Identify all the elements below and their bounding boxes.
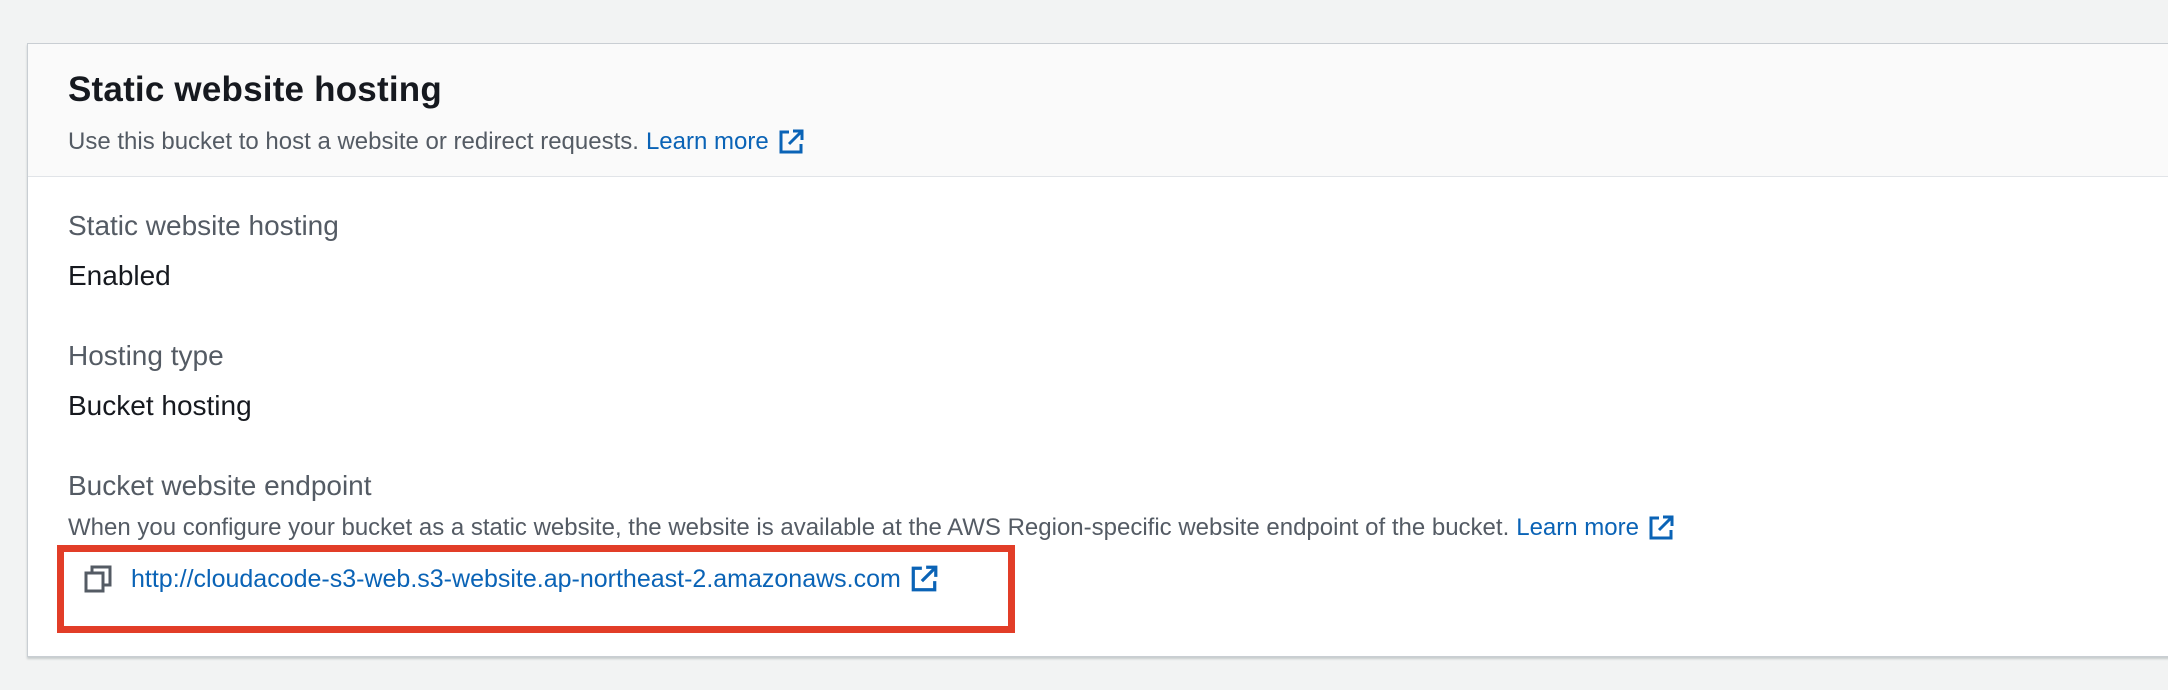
copy-icon[interactable] [83,564,113,594]
endpoint-url-row: http://cloudacode-s3-web.s3-website.ap-n… [83,564,939,594]
external-link-icon [911,565,938,592]
endpoint-learn-more-label: Learn more [1516,514,1639,541]
hosting-type-label: Hosting type [68,340,224,371]
external-link-icon [1649,515,1674,540]
hosting-type-value: Bucket hosting [68,390,252,421]
panel-description-text: Use this bucket to host a website or red… [68,128,639,155]
panel-header: Static website hosting Use this bucket t… [28,44,2168,177]
external-link-icon [779,129,804,154]
endpoint-description-wrap: When you configure your bucket as a stat… [68,514,1675,542]
endpoint-label: Bucket website endpoint [68,470,372,501]
hosting-status-label: Static website hosting [68,210,339,241]
learn-more-link[interactable]: Learn more [646,128,805,156]
panel-description: Use this bucket to host a website or red… [68,128,805,156]
static-website-hosting-panel: Static website hosting Use this bucket t… [27,43,2168,657]
endpoint-description-text: When you configure your bucket as a stat… [68,514,1510,541]
endpoint-url: http://cloudacode-s3-web.s3-website.ap-n… [131,564,901,593]
panel-title: Static website hosting [68,70,442,109]
hosting-status-field: Static website hosting [68,210,339,242]
endpoint-field: Bucket website endpoint [68,470,372,502]
endpoint-learn-more-link[interactable]: Learn more [1516,514,1675,542]
endpoint-description: When you configure your bucket as a stat… [68,514,1675,542]
hosting-status-value: Enabled [68,260,171,291]
hosting-status-value-wrap: Enabled [68,260,171,292]
endpoint-url-link[interactable]: http://cloudacode-s3-web.s3-website.ap-n… [131,564,939,594]
learn-more-label: Learn more [645,128,769,155]
hosting-type-value-wrap: Bucket hosting [68,390,252,422]
hosting-type-field: Hosting type [68,340,224,372]
